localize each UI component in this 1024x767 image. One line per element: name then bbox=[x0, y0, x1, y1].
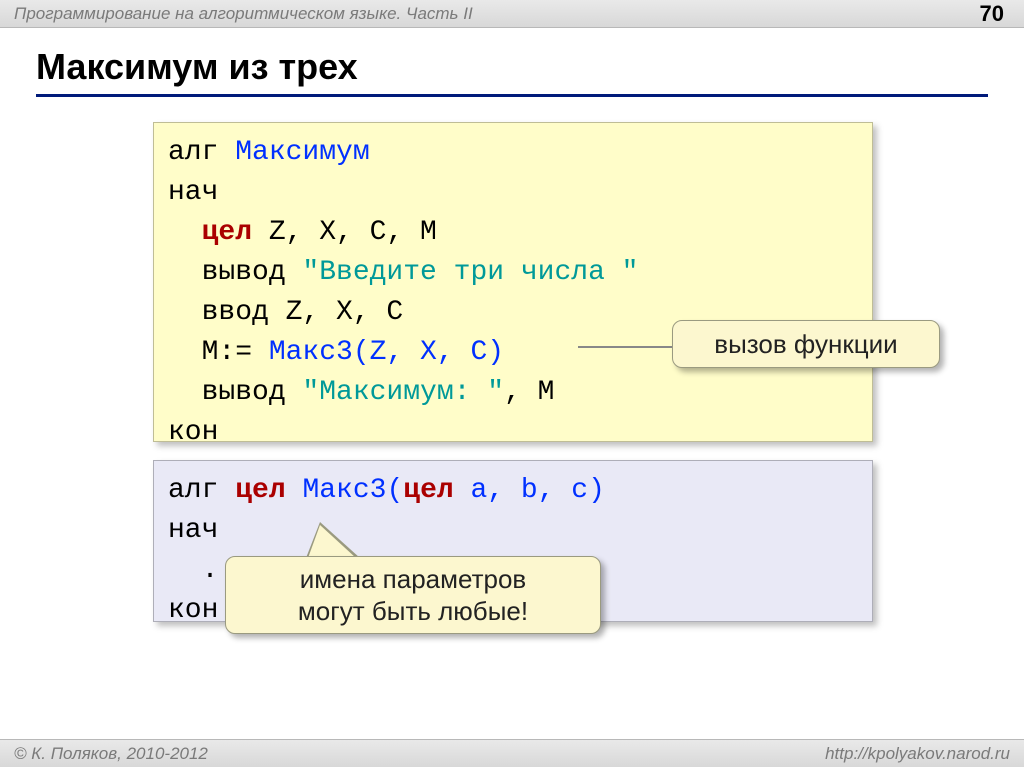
code-text: Максимум bbox=[235, 137, 369, 168]
code-keyword: цел bbox=[202, 217, 252, 248]
code-text: нач bbox=[168, 515, 218, 546]
code-call: Макс3(Z, X, C) bbox=[269, 337, 504, 368]
code-block-main: алг Максимум нач цел Z, X, C, M вывод "В… bbox=[153, 122, 873, 442]
code-text: нач bbox=[168, 177, 218, 208]
code-text: M:= bbox=[168, 337, 269, 368]
chapter-title: Программирование на алгоритмическом язык… bbox=[14, 4, 473, 24]
code-text: вывод bbox=[168, 257, 302, 288]
callout-tail bbox=[308, 525, 356, 558]
copyright-text: © К. Поляков, 2010-2012 bbox=[14, 744, 208, 764]
code-text: Макс3( bbox=[302, 475, 403, 506]
code-text: алг bbox=[168, 475, 235, 506]
code-text: a, b, c) bbox=[454, 475, 605, 506]
callout-param-names: имена параметров могут быть любые! bbox=[225, 556, 601, 634]
slide-title: Максимум из трех bbox=[36, 46, 988, 97]
callout-function-call: вызов функции bbox=[672, 320, 940, 368]
code-keyword: цел bbox=[235, 475, 302, 506]
footer-bar: © К. Поляков, 2010-2012 http://kpolyakov… bbox=[0, 739, 1024, 767]
callout-connector bbox=[578, 346, 674, 348]
callout-text: вызов функции bbox=[714, 329, 897, 360]
code-string: "Введите три числа " bbox=[302, 257, 638, 288]
code-text: вывод bbox=[168, 377, 302, 408]
code-text: ввод Z, X, C bbox=[168, 297, 403, 328]
code-string: "Максимум: " bbox=[302, 377, 504, 408]
code-text: Z, X, C, M bbox=[252, 217, 437, 248]
slide: Программирование на алгоритмическом язык… bbox=[0, 0, 1024, 767]
code-text: кон bbox=[168, 595, 218, 626]
footer-url: http://kpolyakov.narod.ru bbox=[825, 744, 1010, 764]
code-text: алг bbox=[168, 137, 235, 168]
code-text: , M bbox=[504, 377, 554, 408]
code-text bbox=[168, 217, 202, 248]
code-text: кон bbox=[168, 417, 218, 448]
header-bar: Программирование на алгоритмическом язык… bbox=[0, 0, 1024, 28]
callout-text: имена параметров могут быть любые! bbox=[298, 563, 528, 627]
page-number: 70 bbox=[980, 1, 1010, 27]
code-keyword: цел bbox=[403, 475, 453, 506]
